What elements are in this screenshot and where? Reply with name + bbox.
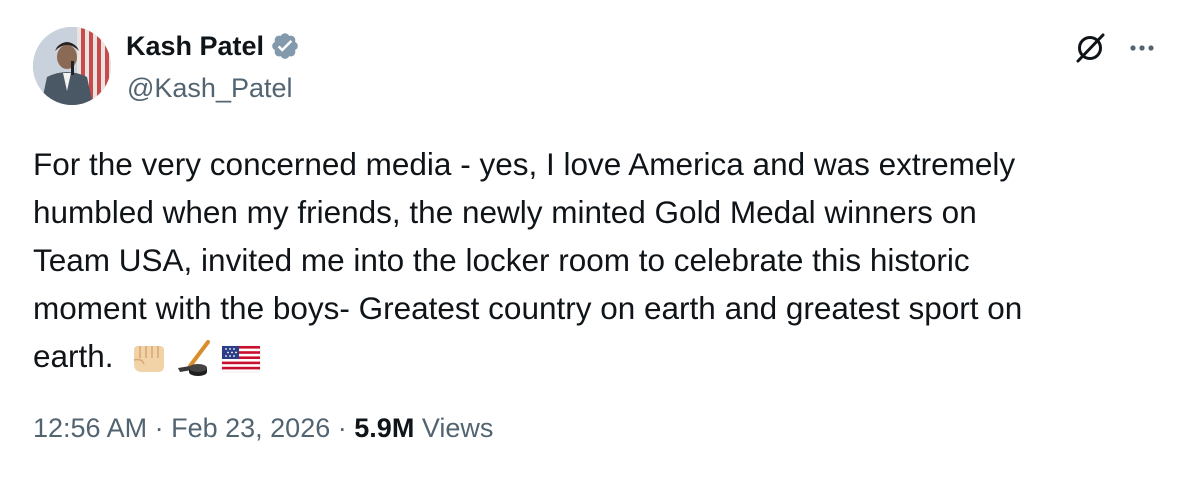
tweet-text-line: humbled when my friends, the newly minte… bbox=[33, 194, 977, 230]
tweet-text-line-text: earth. bbox=[33, 338, 114, 374]
meta-separator: · bbox=[154, 413, 164, 443]
tweet-text-line: For the very concerned media - yes, I lo… bbox=[33, 146, 1016, 182]
grok-icon[interactable] bbox=[1072, 30, 1108, 66]
author-name-text[interactable]: Kash Patel bbox=[126, 28, 264, 64]
avatar[interactable] bbox=[33, 27, 111, 105]
views-count[interactable]: 5.9M bbox=[354, 413, 414, 443]
tweet-text-line: Team USA, invited me into the locker roo… bbox=[33, 242, 970, 278]
emoji-row bbox=[128, 338, 262, 380]
tweet-time[interactable]: 12:56 AM bbox=[33, 413, 147, 443]
author-handle[interactable]: @Kash_Patel bbox=[127, 70, 293, 106]
us-flag-emoji bbox=[220, 338, 262, 380]
fist-emoji bbox=[128, 338, 170, 380]
hockey-stick-puck-emoji bbox=[174, 338, 216, 380]
tweet-meta: 12:56 AM · Feb 23, 2026 · 5.9M Views bbox=[33, 410, 493, 446]
tweet-text-line-last: earth. bbox=[33, 332, 1158, 380]
tweet-date[interactable]: Feb 23, 2026 bbox=[171, 413, 330, 443]
verified-badge-icon[interactable] bbox=[270, 31, 300, 61]
more-options-icon[interactable] bbox=[1124, 30, 1160, 66]
meta-separator: · bbox=[337, 413, 347, 443]
tweet-text: For the very concerned media - yes, I lo… bbox=[33, 140, 1158, 380]
author-display-name[interactable]: Kash Patel bbox=[126, 28, 300, 64]
views-label[interactable]: Views bbox=[422, 413, 494, 443]
tweet-text-line: moment with the boys- Greatest country o… bbox=[33, 290, 1023, 326]
